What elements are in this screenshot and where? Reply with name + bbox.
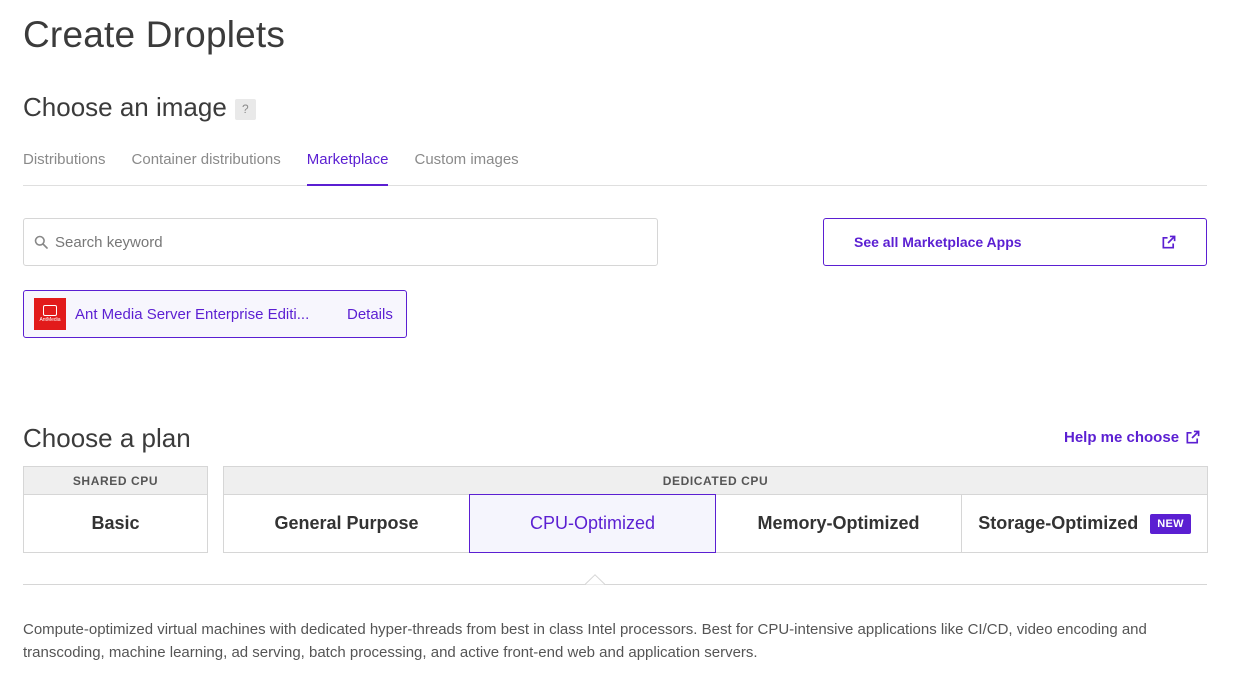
search-input[interactable] bbox=[55, 233, 615, 251]
help-question-icon[interactable]: ? bbox=[234, 99, 256, 120]
plan-general-purpose[interactable]: General Purpose bbox=[224, 495, 470, 552]
antmedia-logo-mark bbox=[43, 305, 57, 316]
image-section-title-text: Choose an image bbox=[23, 92, 227, 122]
external-link-icon bbox=[1162, 235, 1176, 248]
plan-memory-optimized[interactable]: Memory-Optimized bbox=[716, 495, 962, 552]
caret-up-icon bbox=[585, 574, 605, 585]
plan-description-divider bbox=[23, 584, 1207, 585]
help-me-choose-link[interactable]: Help me choose bbox=[1064, 429, 1200, 446]
plan-memory-optimized-label: Memory-Optimized bbox=[757, 513, 920, 533]
search-icon bbox=[34, 235, 48, 249]
tab-distributions[interactable]: Distributions bbox=[23, 150, 106, 186]
new-badge: NEW bbox=[1150, 513, 1191, 534]
tab-custom-images[interactable]: Custom images bbox=[414, 150, 518, 186]
image-section-title: Choose an image? bbox=[23, 92, 256, 123]
see-all-label: See all Marketplace Apps bbox=[854, 234, 1022, 250]
plan-basic[interactable]: Basic bbox=[24, 495, 207, 552]
image-tabs: Distributions Container distributions Ma… bbox=[23, 150, 1207, 186]
external-link-icon bbox=[1186, 430, 1200, 444]
tab-container-distributions[interactable]: Container distributions bbox=[132, 150, 281, 186]
plan-section-title: Choose a plan bbox=[23, 423, 191, 453]
help-me-choose-label: Help me choose bbox=[1064, 429, 1180, 446]
shared-cpu-header: SHARED CPU bbox=[24, 467, 207, 495]
selected-marketplace-app-card[interactable]: AntMedia Ant Media Server Enterprise Edi… bbox=[23, 290, 407, 338]
plan-general-purpose-label: General Purpose bbox=[274, 513, 419, 533]
dedicated-cpu-header: DEDICATED CPU bbox=[224, 467, 1207, 495]
app-details-link[interactable]: Details bbox=[347, 306, 393, 323]
plan-cpu-optimized-label: CPU-Optimized bbox=[529, 513, 656, 533]
plan-description: Compute-optimized virtual machines with … bbox=[23, 621, 1147, 661]
plan-storage-optimized-label: Storage-Optimized bbox=[978, 513, 1139, 533]
page-title: Create Droplets bbox=[23, 14, 286, 55]
plan-cpu-optimized[interactable]: CPU-Optimized bbox=[469, 494, 716, 553]
shared-cpu-group: SHARED CPU Basic bbox=[23, 466, 208, 553]
search-box bbox=[23, 218, 658, 266]
antmedia-logo-text: AntMedia bbox=[39, 317, 61, 323]
app-name: Ant Media Server Enterprise Editi... bbox=[75, 305, 310, 323]
tab-marketplace[interactable]: Marketplace bbox=[306, 150, 389, 186]
plan-storage-optimized[interactable]: Storage-Optimized NEW bbox=[962, 495, 1207, 552]
dedicated-cpu-group: DEDICATED CPU General Purpose CPU-Optimi… bbox=[223, 466, 1208, 553]
see-all-marketplace-apps-button[interactable]: See all Marketplace Apps bbox=[823, 218, 1207, 266]
plan-basic-label: Basic bbox=[91, 513, 140, 533]
antmedia-logo: AntMedia bbox=[34, 298, 66, 330]
